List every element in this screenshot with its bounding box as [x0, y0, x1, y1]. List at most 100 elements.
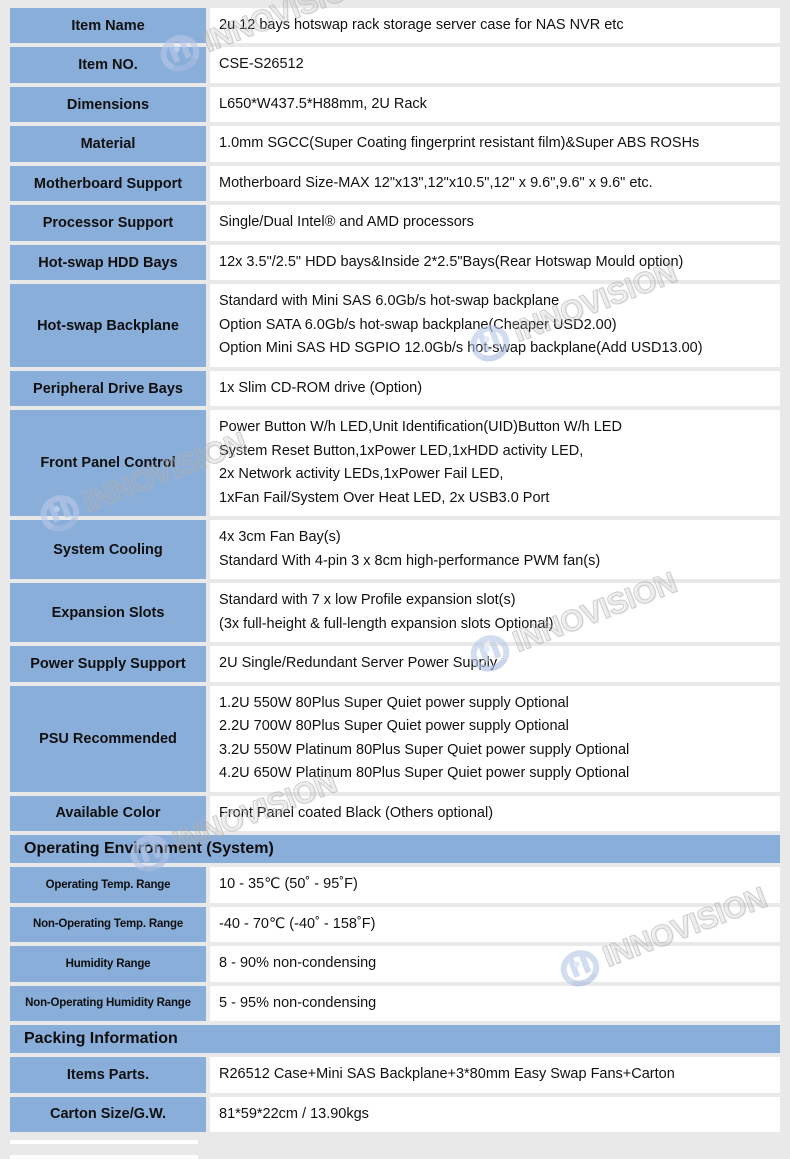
spec-label-cell: Processor Support — [10, 205, 210, 241]
spec-value-line: 5 - 95% non-condensing — [219, 994, 377, 1011]
spec-value-line: (3x full-height & full-length expansion … — [219, 615, 554, 632]
spec-label-cell: Non-Operating Humidity Range — [10, 985, 210, 1022]
spec-value-line: 3.2U 550W Platinum 80Plus Super Quiet po… — [219, 741, 630, 758]
spec-label-cell: Items Parts. — [10, 1057, 210, 1093]
section-header-row: Packing Information — [10, 1025, 780, 1054]
table-row: Carton Size/G.W. 81*59*22cm / 13.90kgs — [10, 1096, 780, 1133]
table-row: Hot-swap Backplane Standard with Mini SAS… — [10, 284, 780, 367]
table-row: Motherboard Support Motherboard Size-MAX … — [10, 165, 780, 202]
spec-value-line: Option SATA 6.0Gb/s hot-swap backplane(C… — [219, 316, 617, 333]
spec-value-cell: Single/Dual Intel® and AMD processors — [210, 205, 780, 241]
spec-label-cell: Hot-swap Backplane — [10, 284, 210, 367]
table-row: Dimensions L650*W437.5*H88mm, 2U Rack — [10, 86, 780, 123]
table-row: Available Color Front Panel coated Black … — [10, 795, 780, 832]
spec-value-cell: 8 - 90% non-condensing — [210, 946, 780, 982]
spec-value-line: 81*59*22cm / 13.90kgs — [219, 1105, 369, 1122]
table-stub-row-1 — [10, 1140, 198, 1145]
section-header-label: Operating Environment (System) — [10, 835, 780, 864]
spec-value-line: L650*W437.5*H88mm, 2U Rack — [219, 95, 427, 112]
spec-label-cell: Power Supply Support — [10, 646, 210, 682]
spec-value-line: Front Panel coated Black (Others optiona… — [219, 804, 494, 821]
spec-value-cell: CSE-S26512 — [210, 47, 780, 83]
spec-value-line: Option Mini SAS HD SGPIO 12.0Gb/s hot-sw… — [219, 340, 703, 357]
spec-value-line: 12x 3.5"/2.5" HDD bays&Inside 2*2.5"Bays… — [219, 253, 684, 270]
table-row: PSU Recommended 1.2U 550W 80Plus Super Qu… — [10, 685, 780, 792]
spec-value-cell: R26512 Case+Mini SAS Backplane+3*80mm Ea… — [210, 1057, 780, 1093]
spec-label-cell: Carton Size/G.W. — [10, 1096, 210, 1133]
spec-value-cell: 2u 12 bays hotswap rack storage server c… — [210, 8, 780, 44]
spec-value-line: 4.2U 650W Platinum 80Plus Super Quiet po… — [219, 765, 630, 782]
spec-value-line: 2.2U 700W 80Plus Super Quiet power suppl… — [219, 718, 569, 735]
spec-value-line: Power Button W/h LED,Unit Identification… — [219, 419, 622, 436]
spec-value-line: Single/Dual Intel® and AMD processors — [219, 214, 474, 231]
spec-value-line: 1.2U 550W 80Plus Super Quiet power suppl… — [219, 694, 569, 711]
spec-value-line: 4x 3cm Fan Bay(s) — [219, 529, 341, 546]
spec-value-cell: Power Button W/h LED,Unit Identification… — [210, 410, 780, 517]
spec-value-line: Motherboard Size-MAX 12"x13",12"x10.5",1… — [219, 174, 653, 191]
table-row: System Cooling 4x 3cm Fan Bay(s) Standard … — [10, 520, 780, 580]
specification-table: Item Name 2u 12 bays hotswap rack storage… — [10, 4, 780, 1136]
spec-label-cell: System Cooling — [10, 520, 210, 580]
spec-value-cell: Standard with 7 x low Profile expansion … — [210, 583, 780, 643]
spec-value-line: 2u 12 bays hotswap rack storage server c… — [219, 17, 624, 33]
spec-label-cell: Humidity Range — [10, 946, 210, 982]
spec-value-cell: 2U Single/Redundant Server Power Supply — [210, 646, 780, 682]
spec-label-cell: Expansion Slots — [10, 583, 210, 643]
spec-label-cell: Hot-swap HDD Bays — [10, 244, 210, 281]
table-row: Processor Support Single/Dual Intel® and … — [10, 205, 780, 241]
spec-value-line: 1x Slim CD-ROM drive (Option) — [219, 379, 423, 396]
table-row: Operating Temp. Range 10 - 35℃ (50˚ - 95˚… — [10, 867, 780, 903]
spec-value-line: CSE-S26512 — [219, 56, 304, 73]
spec-label-cell: Front Panel Control — [10, 410, 210, 517]
spec-value-cell: 1x Slim CD-ROM drive (Option) — [210, 370, 780, 407]
spec-value-cell: Motherboard Size-MAX 12"x13",12"x10.5",1… — [210, 165, 780, 202]
spec-label-cell: PSU Recommended — [10, 685, 210, 792]
spec-value-cell: 81*59*22cm / 13.90kgs — [210, 1096, 780, 1133]
table-row: Item Name 2u 12 bays hotswap rack storage… — [10, 8, 780, 44]
table-row: Material 1.0mm SGCC(Super Coating fingerp… — [10, 126, 780, 162]
table-row: Humidity Range 8 - 90% non-condensing — [10, 946, 780, 982]
spec-value-line: R26512 Case+Mini SAS Backplane+3*80mm Ea… — [219, 1066, 675, 1083]
spec-value-line: Standard with Mini SAS 6.0Gb/s hot-swap … — [219, 293, 560, 310]
table-row: Hot-swap HDD Bays 12x 3.5"/2.5" HDD bays&… — [10, 244, 780, 281]
spec-value-cell: L650*W437.5*H88mm, 2U Rack — [210, 86, 780, 123]
section-header-label: Packing Information — [10, 1025, 780, 1054]
spec-label-cell: Item Name — [10, 8, 210, 44]
spec-value-line: Standard with 7 x low Profile expansion … — [219, 592, 516, 609]
table-row: Item NO. CSE-S26512 — [10, 47, 780, 83]
spec-value-line: System Reset Button,1xPower LED,1xHDD ac… — [219, 442, 584, 459]
table-row: Expansion Slots Standard with 7 x low Pro… — [10, 583, 780, 643]
table-row: Non-Operating Temp. Range -40 - 70℃ (-40˚… — [10, 906, 780, 943]
table-row: Power Supply Support 2U Single/Redundant … — [10, 646, 780, 682]
spec-value-cell: 10 - 35℃ (50˚ - 95˚F) — [210, 867, 780, 903]
spec-value-line: Standard With 4-pin 3 x 8cm high-perform… — [219, 552, 601, 569]
spec-label-cell: Non-Operating Temp. Range — [10, 906, 210, 943]
table-row: Front Panel Control Power Button W/h LED,… — [10, 410, 780, 517]
spec-value-cell: Front Panel coated Black (Others optiona… — [210, 795, 780, 832]
table-row: Peripheral Drive Bays 1x Slim CD-ROM driv… — [10, 370, 780, 407]
spec-value-line: 8 - 90% non-condensing — [219, 955, 377, 972]
table-stub-row-2 — [10, 1155, 198, 1159]
table-row: Non-Operating Humidity Range 5 - 95% non-… — [10, 985, 780, 1022]
product-specification-sheet: INNOVISIONINNOVISIONINNOVISIONINNOVISION… — [0, 0, 790, 1159]
table-bottom-stub-rows — [10, 1140, 780, 1159]
spec-value-cell: 5 - 95% non-condensing — [210, 985, 780, 1022]
spec-label-cell: Material — [10, 126, 210, 162]
spec-value-line: 10 - 35℃ (50˚ - 95˚F) — [219, 876, 358, 893]
spec-value-cell: 1.2U 550W 80Plus Super Quiet power suppl… — [210, 685, 780, 792]
spec-label-cell: Peripheral Drive Bays — [10, 370, 210, 407]
spec-label-cell: Dimensions — [10, 86, 210, 123]
spec-value-cell: 4x 3cm Fan Bay(s) Standard With 4-pin 3 x… — [210, 520, 780, 580]
spec-value-line: 1.0mm SGCC(Super Coating fingerprint res… — [219, 135, 700, 152]
table-row: Items Parts. R26512 Case+Mini SAS Backpla… — [10, 1057, 780, 1093]
spec-value-cell: 1.0mm SGCC(Super Coating fingerprint res… — [210, 126, 780, 162]
spec-value-line: 2x Network activity LEDs,1xPower Fail LE… — [219, 466, 504, 483]
spec-value-cell: 12x 3.5"/2.5" HDD bays&Inside 2*2.5"Bays… — [210, 244, 780, 281]
spec-label-cell: Operating Temp. Range — [10, 867, 210, 903]
spec-label-cell: Motherboard Support — [10, 165, 210, 202]
spec-label-cell: Item NO. — [10, 47, 210, 83]
spec-value-line: -40 - 70℃ (-40˚ - 158˚F) — [219, 915, 376, 932]
specification-table-body: Item Name 2u 12 bays hotswap rack storage… — [10, 8, 780, 1133]
spec-value-line: 2U Single/Redundant Server Power Supply — [219, 655, 498, 672]
spec-label-cell: Available Color — [10, 795, 210, 832]
